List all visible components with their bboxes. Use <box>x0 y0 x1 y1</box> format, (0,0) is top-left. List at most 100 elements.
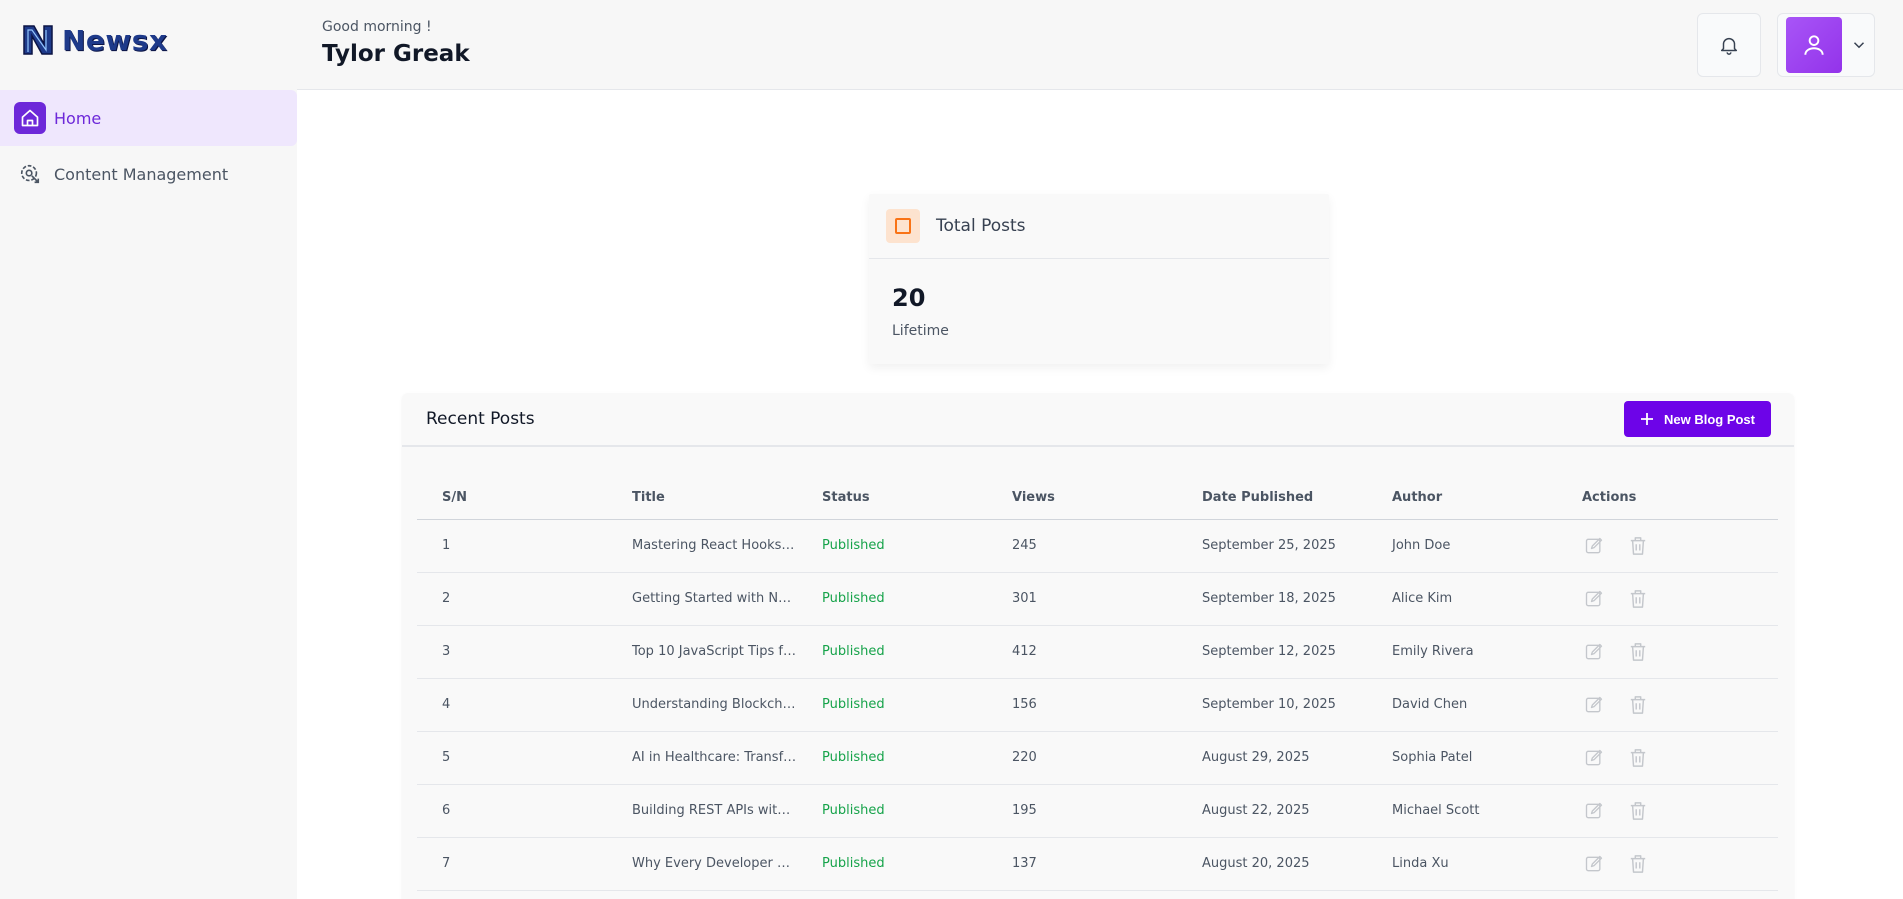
cell-title: Getting Started with Next.j... <box>607 572 797 626</box>
stat-value: 20 <box>892 284 926 312</box>
sidebar-item-label: Content Management <box>54 164 229 184</box>
cell-title: AI in Healthcare: Transfor... <box>607 731 797 785</box>
row-actions <box>1582 693 1778 717</box>
cell-sn: 7 <box>417 837 607 891</box>
cell-date-published: August 29, 2025 <box>1177 731 1367 785</box>
cell-views: 412 <box>987 625 1177 679</box>
table-row[interactable]: 4 Understanding Blockchain... Published 156… <box>417 678 1778 732</box>
trash-icon[interactable] <box>1626 852 1650 876</box>
trash-icon[interactable] <box>1626 746 1650 770</box>
cell-title: Building REST APIs with N... <box>607 784 797 838</box>
cell-sn: 4 <box>417 678 607 732</box>
stat-card-header: Total Posts <box>869 194 1329 259</box>
cell-sn: 5 <box>417 731 607 785</box>
edit-icon[interactable] <box>1582 693 1606 717</box>
row-actions <box>1582 640 1778 664</box>
cell-status: Published <box>797 837 987 891</box>
new-blog-post-button[interactable]: New Blog Post <box>1623 401 1771 437</box>
greeting-text: Good morning ! <box>322 19 432 35</box>
cell-sn: 6 <box>417 784 607 838</box>
edit-icon[interactable] <box>1582 852 1606 876</box>
avatar <box>1786 17 1842 73</box>
cell-status: Published <box>797 572 987 626</box>
chevron-down-icon <box>1853 42 1865 49</box>
trash-icon[interactable] <box>1626 640 1650 664</box>
new-blog-post-label: New Blog Post <box>1663 411 1755 427</box>
column-header-date-published[interactable]: Date Published <box>1177 477 1367 520</box>
cell-sn: 1 <box>417 519 607 573</box>
cell-date-published: September 12, 2025 <box>1177 625 1367 679</box>
table-row[interactable]: 3 Top 10 JavaScript Tips for ... Published… <box>417 625 1778 679</box>
row-actions <box>1582 587 1778 611</box>
cell-sn: 2 <box>417 572 607 626</box>
column-header-author[interactable]: Author <box>1367 477 1557 520</box>
content-management-icon <box>14 158 46 190</box>
sidebar-item-content-management[interactable]: Content Management <box>0 146 297 202</box>
cell-actions <box>1557 731 1778 785</box>
brand-logo[interactable]: Newsx <box>20 22 168 58</box>
row-actions <box>1582 746 1778 770</box>
cell-date-published: August 20, 2025 <box>1177 837 1367 891</box>
edit-icon[interactable] <box>1582 746 1606 770</box>
square-icon <box>886 209 920 243</box>
table-row[interactable]: 5 AI in Healthcare: Transfor... Published 2… <box>417 731 1778 785</box>
cell-author: Emily Rivera <box>1367 625 1557 679</box>
profile-menu-button[interactable] <box>1777 13 1875 77</box>
cell-views: 245 <box>987 519 1177 573</box>
cell-date-published: September 18, 2025 <box>1177 572 1367 626</box>
cell-author: Alice Kim <box>1367 572 1557 626</box>
table-row[interactable]: 1Mastering React Hooks: A ...Published24… <box>417 519 1778 573</box>
cell-views: 301 <box>987 572 1177 626</box>
cell-actions <box>1557 837 1778 891</box>
column-header-views[interactable]: Views <box>987 477 1177 520</box>
brand-name: Newsx <box>62 23 168 57</box>
cell-sn: 3 <box>417 625 607 679</box>
column-header-status[interactable]: Status <box>797 477 987 520</box>
cell-actions <box>1557 572 1778 626</box>
recent-posts-header: Recent Posts New Blog Post <box>402 393 1794 447</box>
row-actions <box>1582 799 1778 823</box>
app-root: Newsx Home Content Management Good morni… <box>0 0 1903 899</box>
edit-icon[interactable] <box>1582 799 1606 823</box>
cell-views: 195 <box>987 784 1177 838</box>
column-header-sn[interactable]: S/N <box>417 477 607 520</box>
table-row[interactable]: 6 Building REST APIs with N... Published 19… <box>417 784 1778 838</box>
cell-views: 220 <box>987 731 1177 785</box>
edit-icon[interactable] <box>1582 534 1606 558</box>
trash-icon[interactable] <box>1626 534 1650 558</box>
stat-label: Lifetime <box>892 323 949 339</box>
cell-actions <box>1557 784 1778 838</box>
cell-status: Published <box>797 731 987 785</box>
sidebar-item-home[interactable]: Home <box>0 90 297 146</box>
bell-icon <box>1720 37 1738 55</box>
cell-author: John Doe <box>1367 519 1557 573</box>
table-row[interactable]: 7 Why Every Developer Sho... Published 137 A… <box>417 837 1778 891</box>
table-header-row: S/N Title Status Views Date Published Au… <box>417 477 1778 520</box>
cell-date-published: September 25, 2025 <box>1177 519 1367 573</box>
notifications-button[interactable] <box>1697 13 1761 77</box>
cell-status: Published <box>797 784 987 838</box>
cell-author: Sophia Patel <box>1367 731 1557 785</box>
cell-title: Understanding Blockchain... <box>607 678 797 732</box>
cell-actions <box>1557 678 1778 732</box>
cell-status: Published <box>797 519 987 573</box>
trash-icon[interactable] <box>1626 799 1650 823</box>
column-header-title[interactable]: Title <box>607 477 797 520</box>
edit-icon[interactable] <box>1582 640 1606 664</box>
table-row[interactable]: 2Getting Started with Next.j...Published… <box>417 572 1778 626</box>
cell-title: Why Every Developer Sho... <box>607 837 797 891</box>
column-header-actions: Actions <box>1557 477 1778 520</box>
sidebar-item-label: Home <box>54 108 102 128</box>
cell-status: Published <box>797 678 987 732</box>
trash-icon[interactable] <box>1626 693 1650 717</box>
total-posts-card: Total Posts 20 Lifetime <box>869 194 1329 364</box>
stat-title: Total Posts <box>936 216 1026 236</box>
cell-date-published: August 22, 2025 <box>1177 784 1367 838</box>
posts-table-body: 1Mastering React Hooks: A ...Published24… <box>417 519 1778 891</box>
edit-icon[interactable] <box>1582 587 1606 611</box>
cell-actions <box>1557 519 1778 573</box>
cell-views: 137 <box>987 837 1177 891</box>
cell-author: Linda Xu <box>1367 837 1557 891</box>
trash-icon[interactable] <box>1626 587 1650 611</box>
cell-author: Michael Scott <box>1367 784 1557 838</box>
